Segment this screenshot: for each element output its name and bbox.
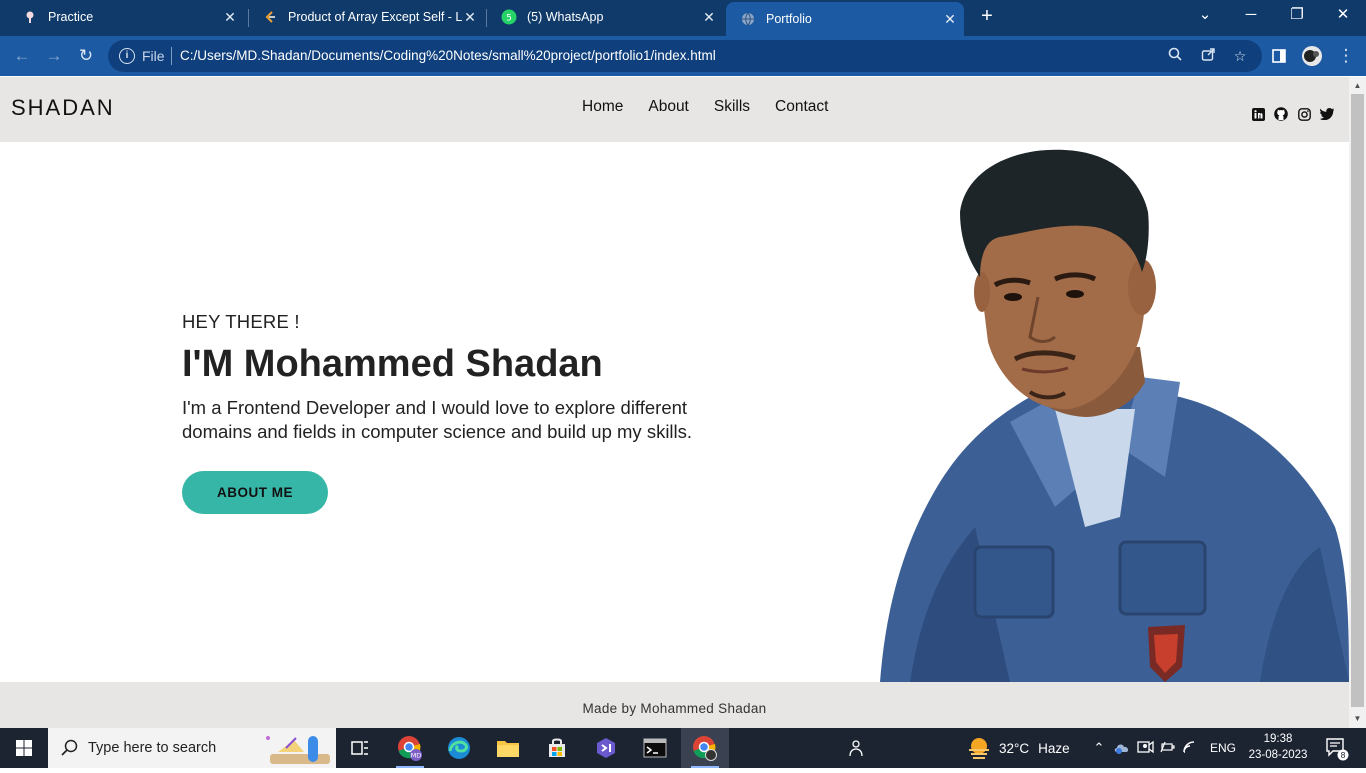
search-highlight-illustration-icon xyxy=(266,736,330,764)
tab-title: Product of Array Except Self - LeetCode xyxy=(288,10,463,24)
url-text[interactable]: C:/Users/MD.Shadan/Documents/Coding%20No… xyxy=(180,48,716,63)
meet-now-icon[interactable] xyxy=(1137,739,1154,758)
wifi-icon[interactable] xyxy=(1182,740,1198,757)
back-button[interactable]: ← xyxy=(10,44,34,68)
close-tab-icon[interactable]: ✕ xyxy=(222,9,238,25)
system-tray: ⌃ ENG xyxy=(1090,728,1236,768)
tab-title: Portfolio xyxy=(766,12,812,26)
restore-button[interactable]: ❐ xyxy=(1274,0,1320,32)
search-icon xyxy=(61,739,78,756)
whatsapp-unread-badge: 5 xyxy=(506,14,512,24)
footer-credit: Made by Mohammed Shadan xyxy=(582,701,767,716)
minimize-button[interactable]: ─ xyxy=(1228,0,1274,32)
address-divider xyxy=(171,47,172,65)
twitter-icon[interactable] xyxy=(1320,107,1334,121)
site-footer: Made by Mohammed Shadan xyxy=(0,682,1349,728)
close-tab-icon[interactable]: ✕ xyxy=(462,9,478,25)
profile-photo xyxy=(880,149,1349,682)
svg-text:MD: MD xyxy=(411,752,422,760)
hero-name-heading: I'M Mohammed Shadan xyxy=(182,343,603,385)
tab-title: (5) WhatsApp xyxy=(527,10,604,24)
nav-links: Home About Skills Contact xyxy=(582,98,853,116)
about-me-button[interactable]: ABOUT ME xyxy=(182,471,328,514)
scroll-down-arrow-icon[interactable]: ▼ xyxy=(1349,712,1366,726)
power-battery-icon[interactable] xyxy=(1160,739,1176,758)
site-navbar: SHADAN Home About Skills Contact xyxy=(0,77,1349,142)
chrome-profile-md-icon[interactable]: MD xyxy=(386,728,434,768)
show-hidden-icons-chevron-icon[interactable]: ⌃ xyxy=(1090,740,1108,756)
zoom-search-icon[interactable] xyxy=(1164,45,1186,67)
microsoft-store-icon[interactable] xyxy=(533,728,581,768)
bookmark-star-icon[interactable]: ☆ xyxy=(1229,45,1251,67)
nav-home-link[interactable]: Home xyxy=(582,98,623,116)
hero-text-block: HEY THERE ! I'M Mohammed Shadan I'm a Fr… xyxy=(182,311,782,444)
profile-avatar[interactable] xyxy=(1300,44,1324,68)
windows-logo-icon xyxy=(16,740,32,756)
haze-sun-icon xyxy=(969,738,989,759)
browser-toolbar: ← → ↻ i File C:/Users/MD.Shadan/Document… xyxy=(0,36,1366,76)
side-panel-icon[interactable] xyxy=(1267,44,1291,68)
social-links xyxy=(1251,107,1334,121)
notification-center-icon[interactable]: 8 xyxy=(1318,728,1354,768)
windows-taskbar: Type here to search MD 32°C Haze ⌃ ENG 1… xyxy=(0,728,1366,768)
scroll-up-arrow-icon[interactable]: ▲ xyxy=(1349,79,1366,93)
tab-strip: Practice ✕ Product of Array Except Self … xyxy=(0,0,1366,36)
address-bar[interactable]: i File C:/Users/MD.Shadan/Documents/Codi… xyxy=(108,40,1262,72)
instagram-icon[interactable] xyxy=(1297,107,1311,121)
clock-date: 23-08-2023 xyxy=(1248,749,1308,761)
taskbar-search-box[interactable]: Type here to search xyxy=(48,728,336,768)
github-icon[interactable] xyxy=(1274,107,1288,121)
people-icon[interactable] xyxy=(831,728,879,768)
file-explorer-icon[interactable] xyxy=(484,728,532,768)
clock-time: 19:38 xyxy=(1263,733,1293,745)
site-logo[interactable]: SHADAN xyxy=(11,95,115,121)
tab-title: Practice xyxy=(48,10,94,24)
nav-skills-link[interactable]: Skills xyxy=(714,98,750,116)
hero-description: I'm a Frontend Developer and I would lov… xyxy=(182,397,693,442)
start-button[interactable] xyxy=(0,728,48,768)
weather-temperature: 32°C xyxy=(999,740,1030,756)
globe-icon xyxy=(740,11,756,27)
visual-studio-icon[interactable] xyxy=(582,728,630,768)
forward-button[interactable]: → xyxy=(42,44,66,68)
edge-browser-icon[interactable] xyxy=(435,728,483,768)
scheme-label: File xyxy=(142,48,165,64)
taskbar-clock[interactable]: 19:38 23-08-2023 xyxy=(1248,731,1308,763)
chrome-active-icon[interactable] xyxy=(681,728,729,768)
site-info-icon[interactable]: i xyxy=(119,48,135,64)
linkedin-icon[interactable] xyxy=(1251,107,1265,121)
search-placeholder: Type here to search xyxy=(88,740,217,756)
close-tab-icon[interactable]: ✕ xyxy=(942,11,958,27)
scrollbar-thumb[interactable] xyxy=(1351,94,1364,707)
tab-whatsapp[interactable]: 5 (5) WhatsApp ✕ xyxy=(487,0,723,34)
practice-favicon-icon xyxy=(22,9,38,25)
input-language[interactable]: ENG xyxy=(1210,741,1236,755)
tab-search-chevron-icon[interactable]: ⌄ xyxy=(1182,0,1228,32)
whatsapp-favicon-icon: 5 xyxy=(501,9,517,25)
onedrive-icon[interactable] xyxy=(1113,740,1131,757)
weather-condition: Haze xyxy=(1038,740,1070,756)
notification-count: 8 xyxy=(1340,751,1345,760)
share-icon[interactable] xyxy=(1197,45,1219,67)
close-tab-icon[interactable]: ✕ xyxy=(701,9,717,25)
hero-greeting: HEY THERE ! xyxy=(182,311,300,332)
task-view-icon[interactable] xyxy=(336,728,384,768)
nav-about-link[interactable]: About xyxy=(648,98,689,116)
new-tab-button[interactable]: + xyxy=(975,5,999,29)
leetcode-favicon-icon xyxy=(262,9,278,25)
browser-menu-icon[interactable]: ⋮ xyxy=(1334,44,1358,68)
page-scrollbar[interactable]: ▲ ▼ xyxy=(1349,77,1366,728)
tab-practice[interactable]: Practice ✕ xyxy=(8,0,244,34)
terminal-icon[interactable] xyxy=(631,728,679,768)
nav-contact-link[interactable]: Contact xyxy=(775,98,828,116)
close-window-button[interactable]: ✕ xyxy=(1320,0,1366,32)
reload-button[interactable]: ↻ xyxy=(74,44,98,68)
portfolio-page: SHADAN Home About Skills Contact HEY THE… xyxy=(0,77,1349,728)
tab-portfolio[interactable]: Portfolio ✕ xyxy=(726,2,964,36)
tab-leetcode[interactable]: Product of Array Except Self - LeetCode … xyxy=(248,0,484,34)
weather-widget[interactable]: 32°C Haze xyxy=(966,728,1070,768)
